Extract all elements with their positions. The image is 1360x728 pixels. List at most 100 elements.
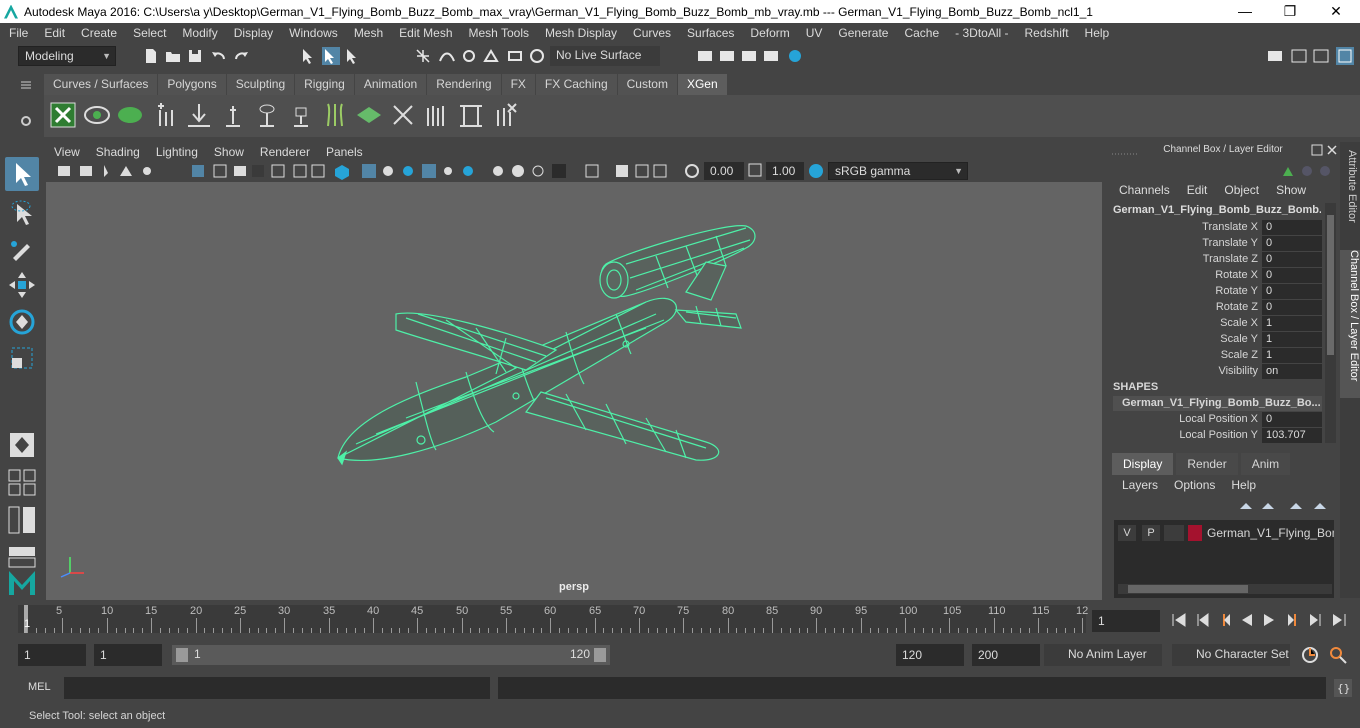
attr-value[interactable]: 103.707 — [1262, 428, 1322, 443]
menu-modify[interactable]: Modify — [173, 26, 224, 40]
playback-end-field[interactable]: 120 — [896, 644, 964, 666]
xgen-preview-icon[interactable] — [82, 100, 112, 130]
attr-label[interactable]: Local Position Y — [1110, 429, 1258, 441]
attr-label[interactable]: Scale Z — [1110, 349, 1258, 361]
xgen-lock-guide-icon[interactable] — [286, 100, 316, 130]
viewport-3d[interactable]: persp — [46, 182, 1102, 600]
attr-value[interactable]: 0 — [1262, 220, 1322, 235]
panel-toolbar-icons[interactable] — [46, 161, 736, 182]
script-editor-icon[interactable]: {} — [1334, 679, 1352, 697]
open-scene-icon[interactable] — [164, 47, 182, 65]
menu-redshift[interactable]: Redshift — [1016, 26, 1076, 40]
layer-reference-toggle[interactable] — [1164, 525, 1184, 541]
menu-cache[interactable]: Cache — [895, 26, 946, 40]
shelf-settings-icon[interactable] — [18, 113, 34, 129]
channel-box-lock-icon[interactable] — [1318, 164, 1332, 178]
snap-grid-icon[interactable] — [414, 47, 432, 65]
range-end-handle[interactable] — [594, 648, 606, 662]
xgen-place-guide-icon[interactable] — [184, 100, 214, 130]
close-button[interactable]: ✕ — [1313, 0, 1359, 23]
render-settings-icon[interactable] — [762, 47, 780, 65]
shelf-tab-xgen[interactable]: XGen — [677, 74, 727, 95]
shelf-tab-animation[interactable]: Animation — [354, 74, 427, 95]
menu-surfaces[interactable]: Surfaces — [678, 26, 741, 40]
attr-label[interactable]: Visibility — [1110, 365, 1258, 377]
xgen-cut-icon[interactable] — [456, 100, 486, 130]
layer-name[interactable]: German_V1_Flying_Bomb — [1207, 525, 1334, 541]
layer-tab-anim[interactable]: Anim — [1240, 453, 1291, 475]
menu-mesh-display[interactable]: Mesh Display — [536, 26, 624, 40]
channel-box-tab[interactable]: Channel Box / Layer Editor — [1340, 250, 1360, 398]
shelf-menu-icon[interactable] — [18, 78, 34, 92]
attr-value[interactable]: 1 — [1262, 332, 1322, 347]
attr-value[interactable]: 0 — [1262, 236, 1322, 251]
panel-menu-renderer[interactable]: Renderer — [252, 145, 318, 159]
panel-menu-show[interactable]: Show — [206, 145, 252, 159]
shelf-tab-curves-surfaces[interactable]: Curves / Surfaces — [44, 74, 158, 95]
mel-label[interactable]: MEL — [28, 681, 51, 693]
snap-live-icon[interactable] — [528, 47, 546, 65]
xgen-comb-icon[interactable] — [422, 100, 452, 130]
layer-menu-layers[interactable]: Layers — [1114, 478, 1166, 496]
toggle-modeling-toolkit-icon[interactable] — [1290, 47, 1308, 65]
anim-layer-dropdown[interactable]: No Anim Layer — [1044, 644, 1162, 666]
redo-icon[interactable] — [232, 47, 250, 65]
shelf-tab-fx-caching[interactable]: FX Caching — [535, 74, 617, 95]
attr-label[interactable]: Rotate X — [1110, 269, 1258, 281]
xgen-delete-icon[interactable] — [490, 100, 520, 130]
range-slider[interactable]: 1 120 — [172, 645, 610, 665]
step-back-key-icon[interactable] — [1194, 611, 1212, 629]
render-current-icon[interactable] — [718, 47, 736, 65]
rotate-tool-icon[interactable] — [5, 305, 39, 339]
animation-end-field[interactable]: 200 — [972, 644, 1040, 666]
step-back-frame-icon[interactable] — [1216, 611, 1234, 629]
xgen-groom-icon[interactable] — [388, 100, 418, 130]
menu-mesh-tools[interactable]: Mesh Tools — [460, 26, 536, 40]
attr-value[interactable]: 0 — [1262, 252, 1322, 267]
xgen-sculpt-guide-icon[interactable] — [218, 100, 248, 130]
shelf-tab-sculpting[interactable]: Sculpting — [226, 74, 295, 95]
channel-box-key-icon[interactable] — [1280, 164, 1298, 178]
play-backward-icon[interactable] — [1238, 611, 1256, 629]
layer-scrollbar[interactable] — [1118, 584, 1332, 594]
layer-color-swatch[interactable] — [1188, 525, 1202, 541]
panel-menu-view[interactable]: View — [46, 145, 88, 159]
shelf-tab-polygons[interactable]: Polygons — [158, 74, 226, 95]
shelf-tab-rigging[interactable]: Rigging — [295, 74, 354, 95]
layer-tab-render[interactable]: Render — [1176, 453, 1238, 475]
menu-edit-mesh[interactable]: Edit Mesh — [390, 26, 459, 40]
attr-label[interactable]: Scale Y — [1110, 333, 1258, 345]
move-tool-icon[interactable] — [5, 268, 39, 302]
xgen-guide-visibility-icon[interactable] — [252, 100, 282, 130]
character-set-dropdown[interactable]: No Character Set — [1172, 644, 1290, 666]
xgen-density-icon[interactable] — [354, 100, 384, 130]
cb-menu-edit[interactable]: Edit — [1178, 183, 1216, 201]
channel-box-scrollbar[interactable] — [1325, 203, 1336, 443]
single-perspective-layout-icon[interactable] — [5, 428, 39, 462]
snap-surface-icon[interactable] — [506, 47, 524, 65]
layer-menu-options[interactable]: Options — [1166, 478, 1223, 496]
layer-tab-display[interactable]: Display — [1112, 453, 1174, 475]
range-start-handle[interactable] — [176, 648, 188, 662]
shape-node-name[interactable]: German_V1_Flying_Bomb_Buzz_Bo... — [1113, 396, 1322, 411]
float-panel-icon[interactable] — [1311, 144, 1323, 156]
attr-label[interactable]: Translate Y — [1110, 237, 1258, 249]
mel-input[interactable] — [64, 677, 490, 699]
shelf-tab-rendering[interactable]: Rendering — [427, 74, 501, 95]
attr-label[interactable]: Rotate Y — [1110, 285, 1258, 297]
animation-start-field[interactable]: 1 — [18, 644, 86, 666]
menu-help[interactable]: Help — [1076, 26, 1117, 40]
step-forward-key-icon[interactable] — [1306, 611, 1324, 629]
menu-deform[interactable]: Deform — [741, 26, 796, 40]
toggle-channel-box-icon[interactable] — [1336, 47, 1354, 65]
graph-layout-icon[interactable] — [5, 540, 39, 568]
shelf-tab-fx[interactable]: FX — [501, 74, 535, 95]
menu-select[interactable]: Select — [124, 26, 173, 40]
go-to-end-icon[interactable] — [1330, 611, 1348, 629]
hypershade-icon[interactable] — [786, 47, 804, 65]
attr-value[interactable]: 0 — [1262, 268, 1322, 283]
cb-menu-show[interactable]: Show — [1267, 183, 1314, 201]
gamma-field[interactable]: 1.00 — [766, 162, 804, 180]
cb-menu-object[interactable]: Object — [1215, 183, 1267, 201]
menu-mesh[interactable]: Mesh — [345, 26, 390, 40]
